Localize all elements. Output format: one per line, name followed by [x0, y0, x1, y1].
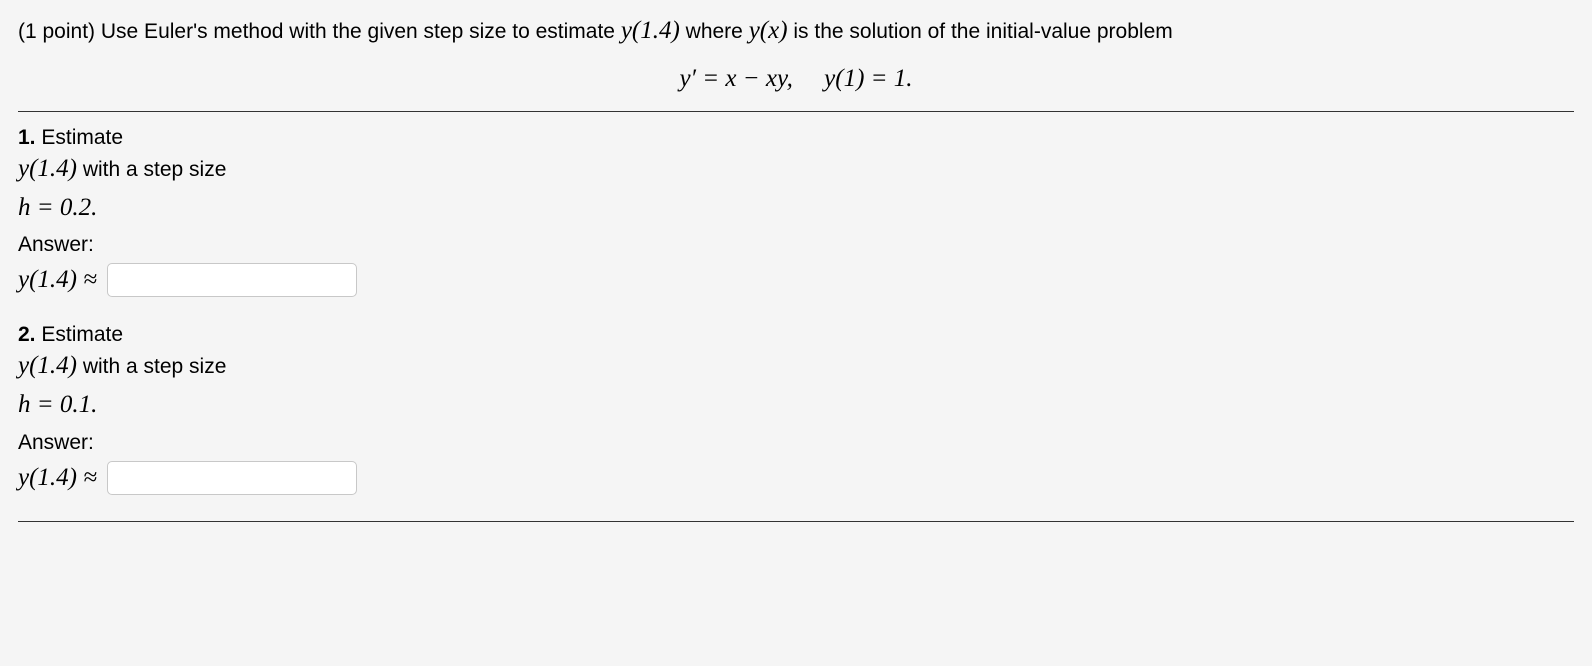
part-2-answer-expr: y(1.4) ≈ — [18, 464, 97, 492]
part-2-answer-input[interactable] — [107, 461, 357, 495]
part-1-answer-label: Answer: — [18, 233, 1574, 257]
intro-text-b: where — [680, 20, 749, 43]
intro-y-target: y(1.4) — [621, 17, 680, 44]
part-2-with: with a step size — [77, 355, 226, 378]
part-1-label: Estimate — [41, 126, 123, 149]
initial-condition: y(1) = 1. — [824, 65, 912, 92]
part-2-label: Estimate — [41, 323, 123, 346]
part-1-answer-row: y(1.4) ≈ — [18, 263, 1574, 297]
divider-top — [18, 111, 1574, 112]
part-2-targetline: y(1.4) with a step size — [18, 347, 1574, 386]
equation-line: y′ = x − xy, y(1) = 1. — [18, 65, 1574, 93]
divider-bottom — [18, 521, 1574, 522]
part-2-target: y(1.4) — [18, 352, 77, 379]
part-2-answer-label: Answer: — [18, 431, 1574, 455]
part-1-target: y(1.4) — [18, 155, 77, 182]
part-1-with: with a step size — [77, 158, 226, 181]
part-2-header: 2. Estimate — [18, 323, 1574, 347]
part-1-header: 1. Estimate — [18, 126, 1574, 150]
intro-y-of-x: y(x) — [749, 17, 788, 44]
part-2: 2. Estimate y(1.4) with a step size h = … — [18, 323, 1574, 495]
intro-text-a: Use Euler's method with the given step s… — [95, 20, 621, 43]
part-1-stepsize: h = 0.2. — [18, 189, 1574, 228]
part-1-number: 1. — [18, 126, 36, 149]
part-1-answer-input[interactable] — [107, 263, 357, 297]
intro-text-c: is the solution of the initial-value pro… — [788, 20, 1173, 43]
part-2-number: 2. — [18, 323, 36, 346]
part-1-answer-expr: y(1.4) ≈ — [18, 266, 97, 294]
ode-expression: y′ = x − xy, — [679, 65, 792, 92]
part-1: 1. Estimate y(1.4) with a step size h = … — [18, 126, 1574, 298]
problem-intro: (1 point) Use Euler's method with the gi… — [18, 12, 1574, 51]
part-2-stepsize: h = 0.1. — [18, 386, 1574, 425]
points-text: (1 point) — [18, 20, 95, 43]
problem-container: (1 point) Use Euler's method with the gi… — [0, 0, 1592, 556]
part-1-targetline: y(1.4) with a step size — [18, 150, 1574, 189]
part-2-answer-row: y(1.4) ≈ — [18, 461, 1574, 495]
